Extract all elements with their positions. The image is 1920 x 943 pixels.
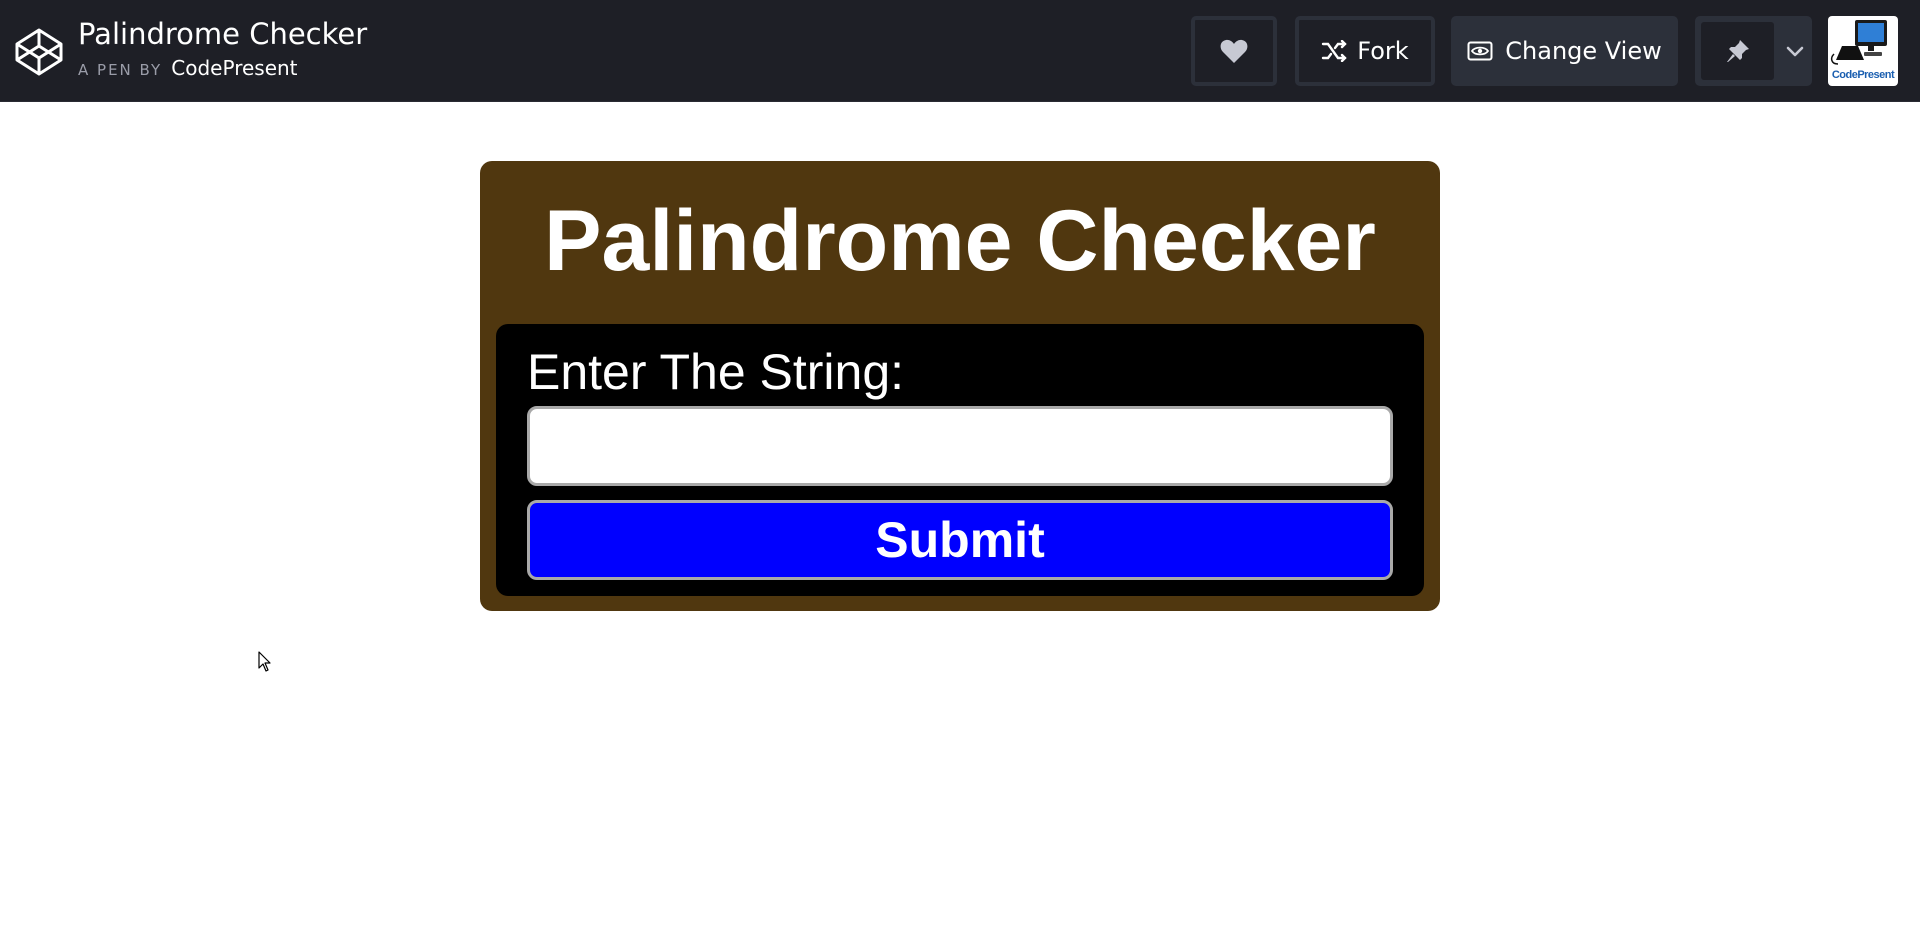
avatar-caption: CodePresent	[1831, 69, 1895, 81]
pen-byline: A PEN BY CodePresent	[78, 56, 367, 80]
like-button[interactable]	[1191, 16, 1277, 86]
pen-by-label: A PEN BY	[78, 61, 163, 79]
eye-icon	[1467, 41, 1493, 61]
pin-icon	[1726, 40, 1749, 62]
form-panel: Enter The String: Submit	[496, 324, 1424, 596]
heart-icon	[1220, 39, 1248, 63]
mouse-cursor-icon	[258, 651, 271, 672]
change-view-button[interactable]: Change View	[1451, 16, 1678, 86]
palindrome-card: Palindrome Checker Enter The String: Sub…	[480, 161, 1440, 611]
computer-icon	[1830, 20, 1887, 65]
top-bar: Palindrome Checker A PEN BY CodePresent …	[0, 0, 1920, 102]
pin-menu-button[interactable]	[1777, 16, 1812, 86]
change-view-label: Change View	[1505, 37, 1662, 65]
fork-icon	[1322, 40, 1347, 62]
fork-label: Fork	[1357, 37, 1409, 65]
pin-button-group	[1695, 16, 1812, 86]
submit-button[interactable]: Submit	[527, 500, 1393, 580]
pin-button[interactable]	[1701, 22, 1774, 80]
string-input[interactable]	[527, 406, 1393, 486]
pen-author-link[interactable]: CodePresent	[171, 56, 297, 80]
user-avatar[interactable]: CodePresent	[1828, 16, 1898, 86]
fork-button[interactable]: Fork	[1295, 16, 1435, 86]
pen-title[interactable]: Palindrome Checker	[78, 14, 367, 54]
string-input-label: Enter The String:	[527, 344, 905, 400]
app-title: Palindrome Checker	[544, 193, 1376, 289]
pen-title-block: Palindrome Checker A PEN BY CodePresent	[78, 14, 367, 80]
chevron-down-icon	[1786, 46, 1803, 57]
codepen-logo-icon[interactable]	[14, 27, 64, 77]
